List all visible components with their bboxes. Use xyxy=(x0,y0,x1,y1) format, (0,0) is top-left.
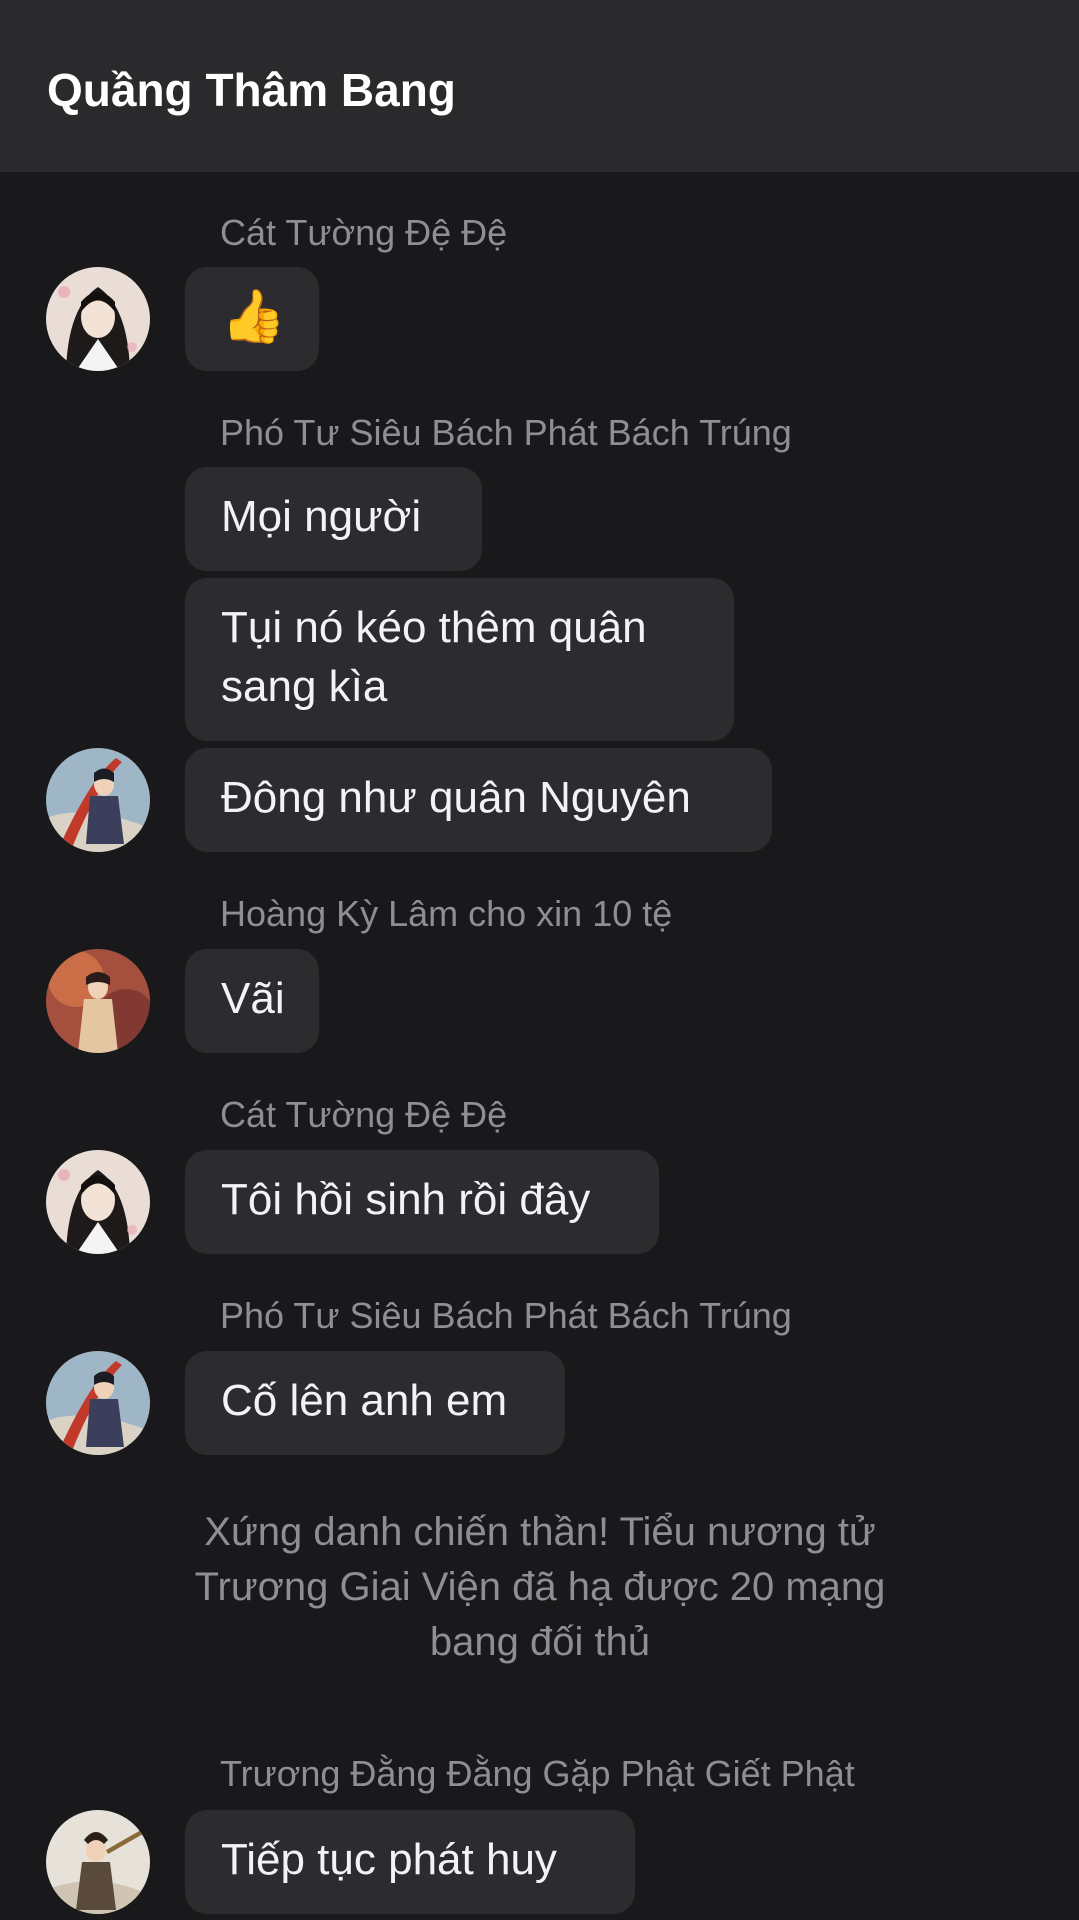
message-bubble[interactable]: 👍 xyxy=(185,267,319,371)
avatar-cat-tuong[interactable] xyxy=(46,1150,150,1254)
sender-name: Phó Tư Siêu Bách Phát Bách Trúng xyxy=(220,412,792,453)
message-bubble[interactable]: Vãi xyxy=(185,949,319,1053)
message-bubble[interactable]: Tiếp tục phát huy xyxy=(185,1810,635,1914)
group-title[interactable]: Quầng Thâm Bang xyxy=(47,62,456,118)
avatar-cat-tuong[interactable] xyxy=(46,267,150,371)
message-bubble[interactable]: Tôi hồi sinh rồi đây xyxy=(185,1150,659,1254)
avatar-pho-tu-sieu[interactable] xyxy=(46,748,150,852)
avatar-pho-tu-sieu[interactable] xyxy=(46,1351,150,1455)
message-text-line: Tụi nó kéo thêm quân xyxy=(221,603,647,652)
system-notice: Xứng danh chiến thần! Tiểu nương tử Trươ… xyxy=(120,1505,960,1670)
sender-name: Phó Tư Siêu Bách Phát Bách Trúng xyxy=(220,1295,792,1336)
message-text: Mọi người xyxy=(221,492,422,541)
message-bubble[interactable]: Cố lên anh em xyxy=(185,1351,565,1455)
message-text: Đông như quân Nguyên xyxy=(221,773,691,822)
sender-name: Hoàng Kỳ Lâm cho xin 10 tệ xyxy=(220,893,673,934)
message-text: Vãi xyxy=(221,974,285,1023)
message-bubble[interactable]: Đông như quân Nguyên xyxy=(185,748,772,852)
message-text-line: sang kìa xyxy=(221,662,388,711)
sender-name: Cát Tường Đệ Đệ xyxy=(220,1094,508,1135)
message-bubble[interactable]: Mọi người xyxy=(185,467,482,571)
message-text: Cố lên anh em xyxy=(221,1376,508,1425)
system-notice-line: Xứng danh chiến thần! Tiểu nương tử xyxy=(204,1510,876,1554)
sender-name: Cát Tường Đệ Đệ xyxy=(220,212,508,253)
thumbs-up-icon: 👍 xyxy=(221,288,286,346)
system-notice-line: Trương Giai Viện đã hạ được 20 mạng xyxy=(194,1565,886,1609)
avatar-hoang-ky-lam[interactable] xyxy=(46,949,150,1053)
system-notice-line: bang đối thủ xyxy=(429,1620,651,1664)
avatar-truong-dang-dang[interactable] xyxy=(46,1810,150,1914)
message-text: Tiếp tục phát huy xyxy=(221,1835,557,1884)
sender-name: Trương Đằng Đằng Gặp Phật Giết Phật xyxy=(220,1753,855,1794)
message-bubble[interactable]: Tụi nó kéo thêm quân sang kìa xyxy=(185,578,734,741)
message-text: Tôi hồi sinh rồi đây xyxy=(221,1175,591,1224)
chat-header: Quầng Thâm Bang xyxy=(0,0,1079,172)
